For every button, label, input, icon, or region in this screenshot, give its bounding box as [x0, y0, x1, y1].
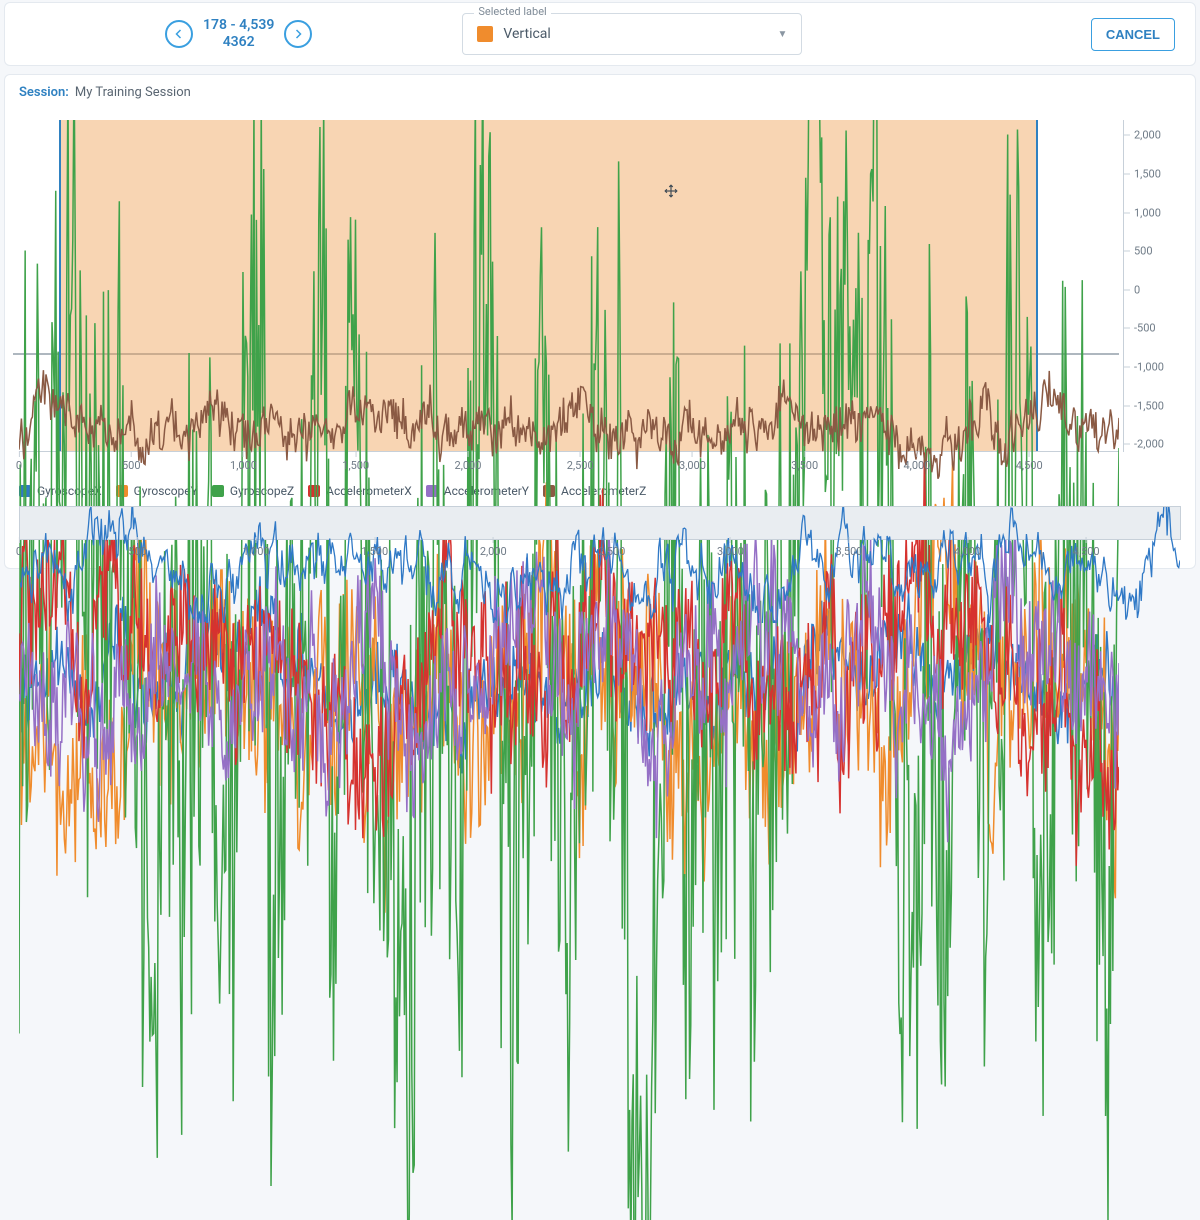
main-plot-area[interactable]	[19, 120, 1119, 452]
overview-x-tick: 3,500	[836, 537, 863, 558]
y-tick: 2,000	[1124, 129, 1181, 142]
chart-panel: -2,000 -1,500 -1,000 -500 0 500 1,000 1,500 2,00…	[4, 110, 1196, 569]
overview-x-tick: 1,000	[243, 537, 270, 558]
session-name: My Training Session	[75, 85, 191, 100]
prev-range-button[interactable]	[165, 20, 193, 48]
overview-x-tick: 1,500	[361, 537, 388, 558]
session-header: Session: My Training Session	[4, 74, 1196, 110]
x-tick: 0	[16, 451, 22, 472]
y-tick: -1,000	[1124, 361, 1181, 374]
range-navigator: 178 - 4,539 4362	[165, 17, 312, 52]
selected-label-field[interactable]: Selected label Vertical ▼	[462, 13, 802, 55]
overview-x-tick: 2,500	[598, 537, 625, 558]
y-tick: 0	[1124, 283, 1181, 296]
y-tick: -2,000	[1124, 438, 1181, 451]
overview-x-tick: 3,000	[717, 537, 744, 558]
y-tick: 1,000	[1124, 206, 1181, 219]
y-tick: 1,500	[1124, 168, 1181, 181]
x-tick: 1,500	[342, 451, 369, 472]
y-tick: -1,500	[1124, 399, 1181, 412]
x-tick: 2,000	[455, 451, 482, 472]
range-length: 4362	[203, 34, 274, 52]
x-tick: 3,000	[679, 451, 706, 472]
toolbar: 178 - 4,539 4362 Selected label Vertical…	[4, 2, 1196, 66]
series-canvas	[19, 120, 1119, 1220]
range-text: 178 - 4,539	[203, 17, 274, 35]
selected-label-swatch	[477, 26, 493, 42]
y-tick: -500	[1124, 322, 1181, 335]
overview-x-tick: 4,000	[954, 537, 981, 558]
session-prefix: Session:	[19, 85, 69, 100]
overview-x-tick: 500	[128, 537, 147, 558]
move-cursor-icon	[663, 183, 679, 199]
selected-label-value: Vertical	[503, 26, 767, 42]
x-tick: 4,500	[1016, 451, 1043, 472]
selected-label-caption: Selected label	[474, 5, 550, 18]
overview-canvas	[20, 507, 1180, 623]
overview-chart[interactable]: 0 500 1,000 1,500 2,000 2,500 3,000 3,500 4,000 4…	[19, 506, 1181, 558]
chevron-down-icon: ▼	[777, 29, 787, 40]
y-axis: -2,000 -1,500 -1,000 -500 0 500 1,000 1,500 2,00…	[1123, 120, 1181, 452]
range-display: 178 - 4,539 4362	[203, 17, 274, 52]
overview-x-tick: 4,500	[1073, 537, 1100, 558]
next-range-button[interactable]	[284, 20, 312, 48]
x-tick: 3,500	[791, 451, 818, 472]
x-tick: 1,000	[230, 451, 257, 472]
x-axis: 0 500 1,000 1,500 2,000 2,500 3,000 3,500 4,000 4…	[19, 452, 1119, 472]
y-tick: 500	[1124, 245, 1181, 258]
x-tick: 4,000	[904, 451, 931, 472]
overview-plot-area[interactable]	[19, 506, 1181, 540]
overview-x-tick: 0	[16, 537, 22, 558]
main-chart[interactable]: -2,000 -1,500 -1,000 -500 0 500 1,000 1,500 2,00…	[19, 120, 1181, 472]
x-tick: 2,500	[567, 451, 594, 472]
cancel-button[interactable]: CANCEL	[1091, 18, 1175, 51]
overview-series	[20, 507, 1180, 623]
overview-x-tick: 2,000	[480, 537, 507, 558]
x-tick: 500	[122, 451, 141, 472]
overview-x-axis: 0 500 1,000 1,500 2,000 2,500 3,000 3,500 4,000 4…	[19, 540, 1181, 558]
